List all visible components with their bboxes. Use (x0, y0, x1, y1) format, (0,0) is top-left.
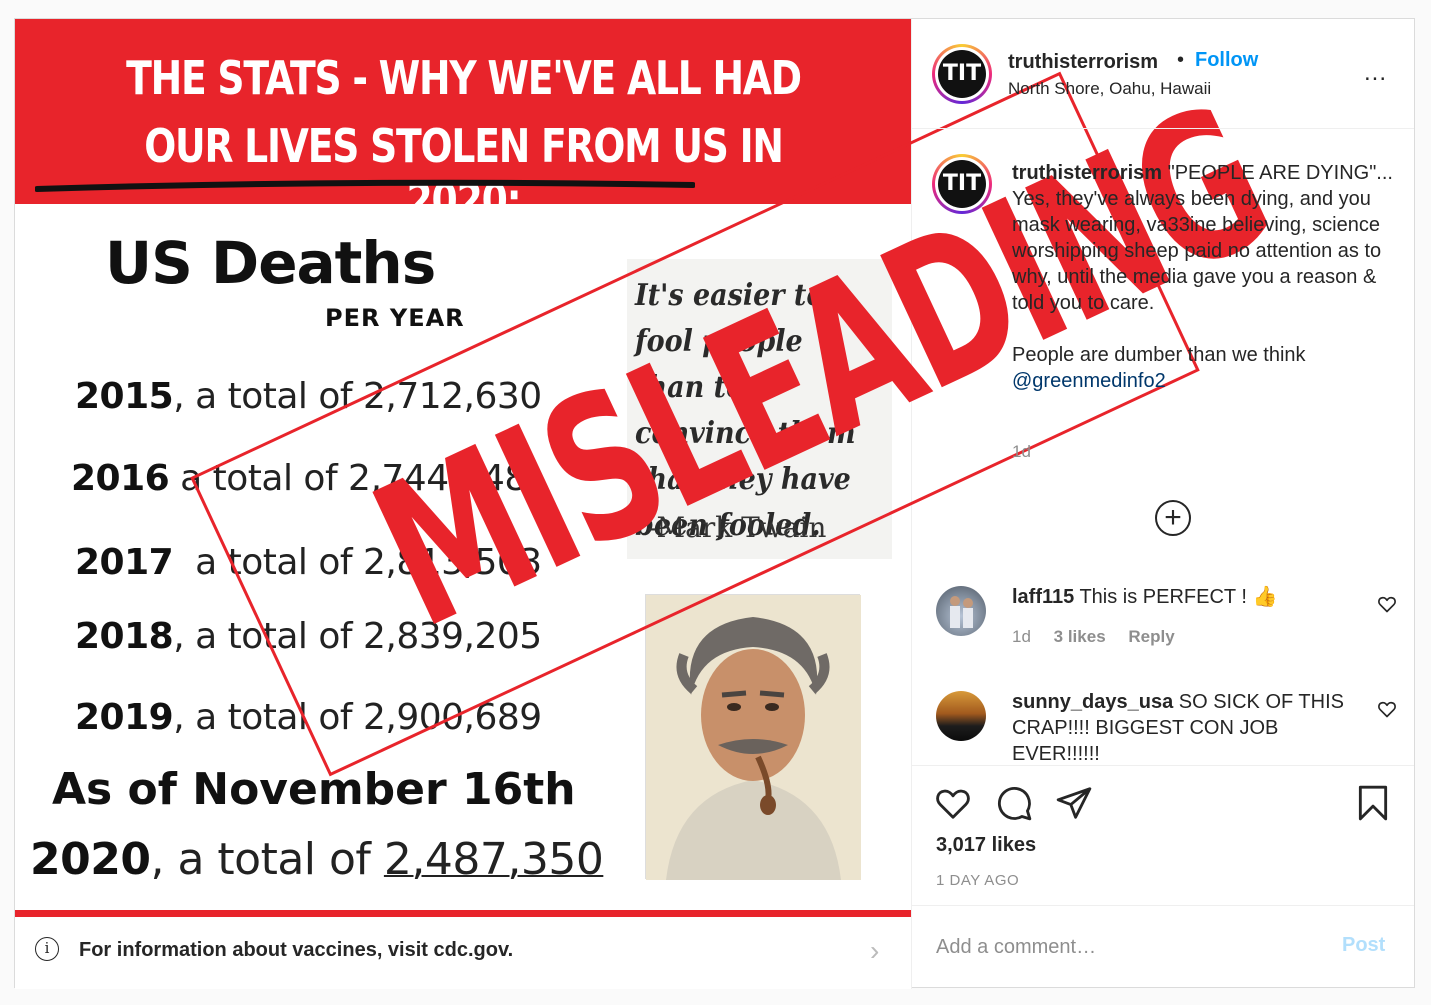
stat-year: 2015 (75, 376, 174, 417)
stat-2020-value: 2,487,350 (383, 834, 604, 885)
vaccine-info-text: For information about vaccines, visit cd… (79, 939, 514, 961)
comments-section[interactable]: TIT truthisterrorism "PEOPLE ARE DYING".… (912, 130, 1414, 765)
username-link[interactable]: truthisterrorism (1008, 51, 1158, 74)
like-heart-icon[interactable] (934, 784, 972, 822)
heart-icon[interactable] (1377, 699, 1397, 719)
comment-body: This is PERFECT ! 👍 (1074, 586, 1278, 608)
avatar[interactable]: TIT (932, 44, 992, 104)
as-of-label: As of November 16th (52, 764, 576, 815)
comment-input[interactable] (936, 932, 1316, 962)
likes-count[interactable]: 3,017 likes (936, 834, 1036, 857)
add-comment-bar: Post (912, 905, 1414, 987)
reply-button[interactable]: Reply (1128, 627, 1174, 646)
stat-year: 2019 (75, 697, 174, 738)
instagram-post-card: THE STATS - WHY WE'VE ALL HAD OUR LIVES … (14, 18, 1415, 989)
avatar[interactable] (936, 691, 986, 741)
image-banner: THE STATS - WHY WE'VE ALL HAD OUR LIVES … (15, 19, 911, 227)
infographic-subheading: PER YEAR (325, 304, 465, 332)
avatar-logo: TIT (938, 160, 986, 208)
stat-2020-row: 2020, a total of 2,487,350 (30, 834, 604, 885)
portrait-illustration (646, 595, 861, 880)
comment-username[interactable]: laff115 (1012, 586, 1074, 608)
comment-bubble-icon[interactable] (995, 784, 1033, 822)
avatar[interactable]: TIT (932, 154, 992, 214)
share-send-icon[interactable] (1055, 784, 1093, 822)
post-sidebar: TIT truthisterrorism • Follow North Shor… (912, 19, 1414, 987)
post-caption: truthisterrorism "PEOPLE ARE DYING"... Y… (1012, 160, 1397, 394)
separator-dot: • (1177, 49, 1185, 71)
post-header: TIT truthisterrorism • Follow North Shor… (912, 19, 1414, 129)
more-options-icon[interactable]: ... (1364, 59, 1387, 87)
info-icon: i (35, 937, 59, 961)
stat-2020-year: 2020 (30, 834, 151, 885)
comment-text: sunny_days_usa SO SICK OF THIS CRAP!!!! … (1012, 689, 1367, 765)
comment-username[interactable]: sunny_days_usa (1012, 691, 1173, 713)
avatar-photo (950, 596, 973, 628)
mention-link[interactable]: @greenmedinfo2 (1012, 370, 1166, 392)
follow-button[interactable]: Follow (1195, 49, 1258, 72)
avatar-logo: TIT (938, 50, 986, 98)
stat-year: 2018 (75, 616, 174, 657)
post-time-ago[interactable]: 1 DAY AGO (936, 872, 1019, 889)
caption-username[interactable]: truthisterrorism (1012, 162, 1162, 184)
chevron-right-icon: › (870, 935, 880, 966)
vaccine-info-bar[interactable]: i For information about vaccines, visit … (15, 917, 911, 989)
heart-icon[interactable] (1377, 594, 1397, 614)
location-link[interactable]: North Shore, Oahu, Hawaii (1008, 79, 1211, 99)
caption-text-2: People are dumber than we think (1012, 344, 1306, 366)
bookmark-save-icon[interactable] (1354, 784, 1392, 822)
mark-twain-portrait (645, 594, 861, 880)
comment-likes[interactable]: 3 likes (1054, 627, 1106, 646)
caption-text: "PEOPLE ARE DYING"... Yes, they've alway… (1012, 162, 1393, 314)
stat-2020-text: , a total of (150, 834, 384, 885)
comment-time[interactable]: 1d (1012, 627, 1031, 646)
comment-text: laff115 This is PERFECT ! 👍 (1012, 584, 1367, 610)
infographic-heading: US Deaths (105, 229, 436, 297)
avatar[interactable] (936, 586, 986, 636)
comment-meta: 1d 3 likes Reply (1012, 627, 1193, 647)
stat-year: 2017 (75, 542, 174, 583)
load-more-comments-icon[interactable]: + (1155, 500, 1191, 536)
banner-underline (35, 179, 695, 192)
post-comment-button[interactable]: Post (1342, 934, 1385, 957)
image-bottom-stripe (15, 910, 911, 917)
post-actions: 3,017 likes 1 DAY AGO (912, 765, 1414, 905)
banner-line-1: THE STATS - WHY WE'VE ALL HAD (126, 51, 802, 105)
caption-time[interactable]: 1d (1012, 442, 1031, 462)
stat-year: 2016 (71, 458, 170, 499)
